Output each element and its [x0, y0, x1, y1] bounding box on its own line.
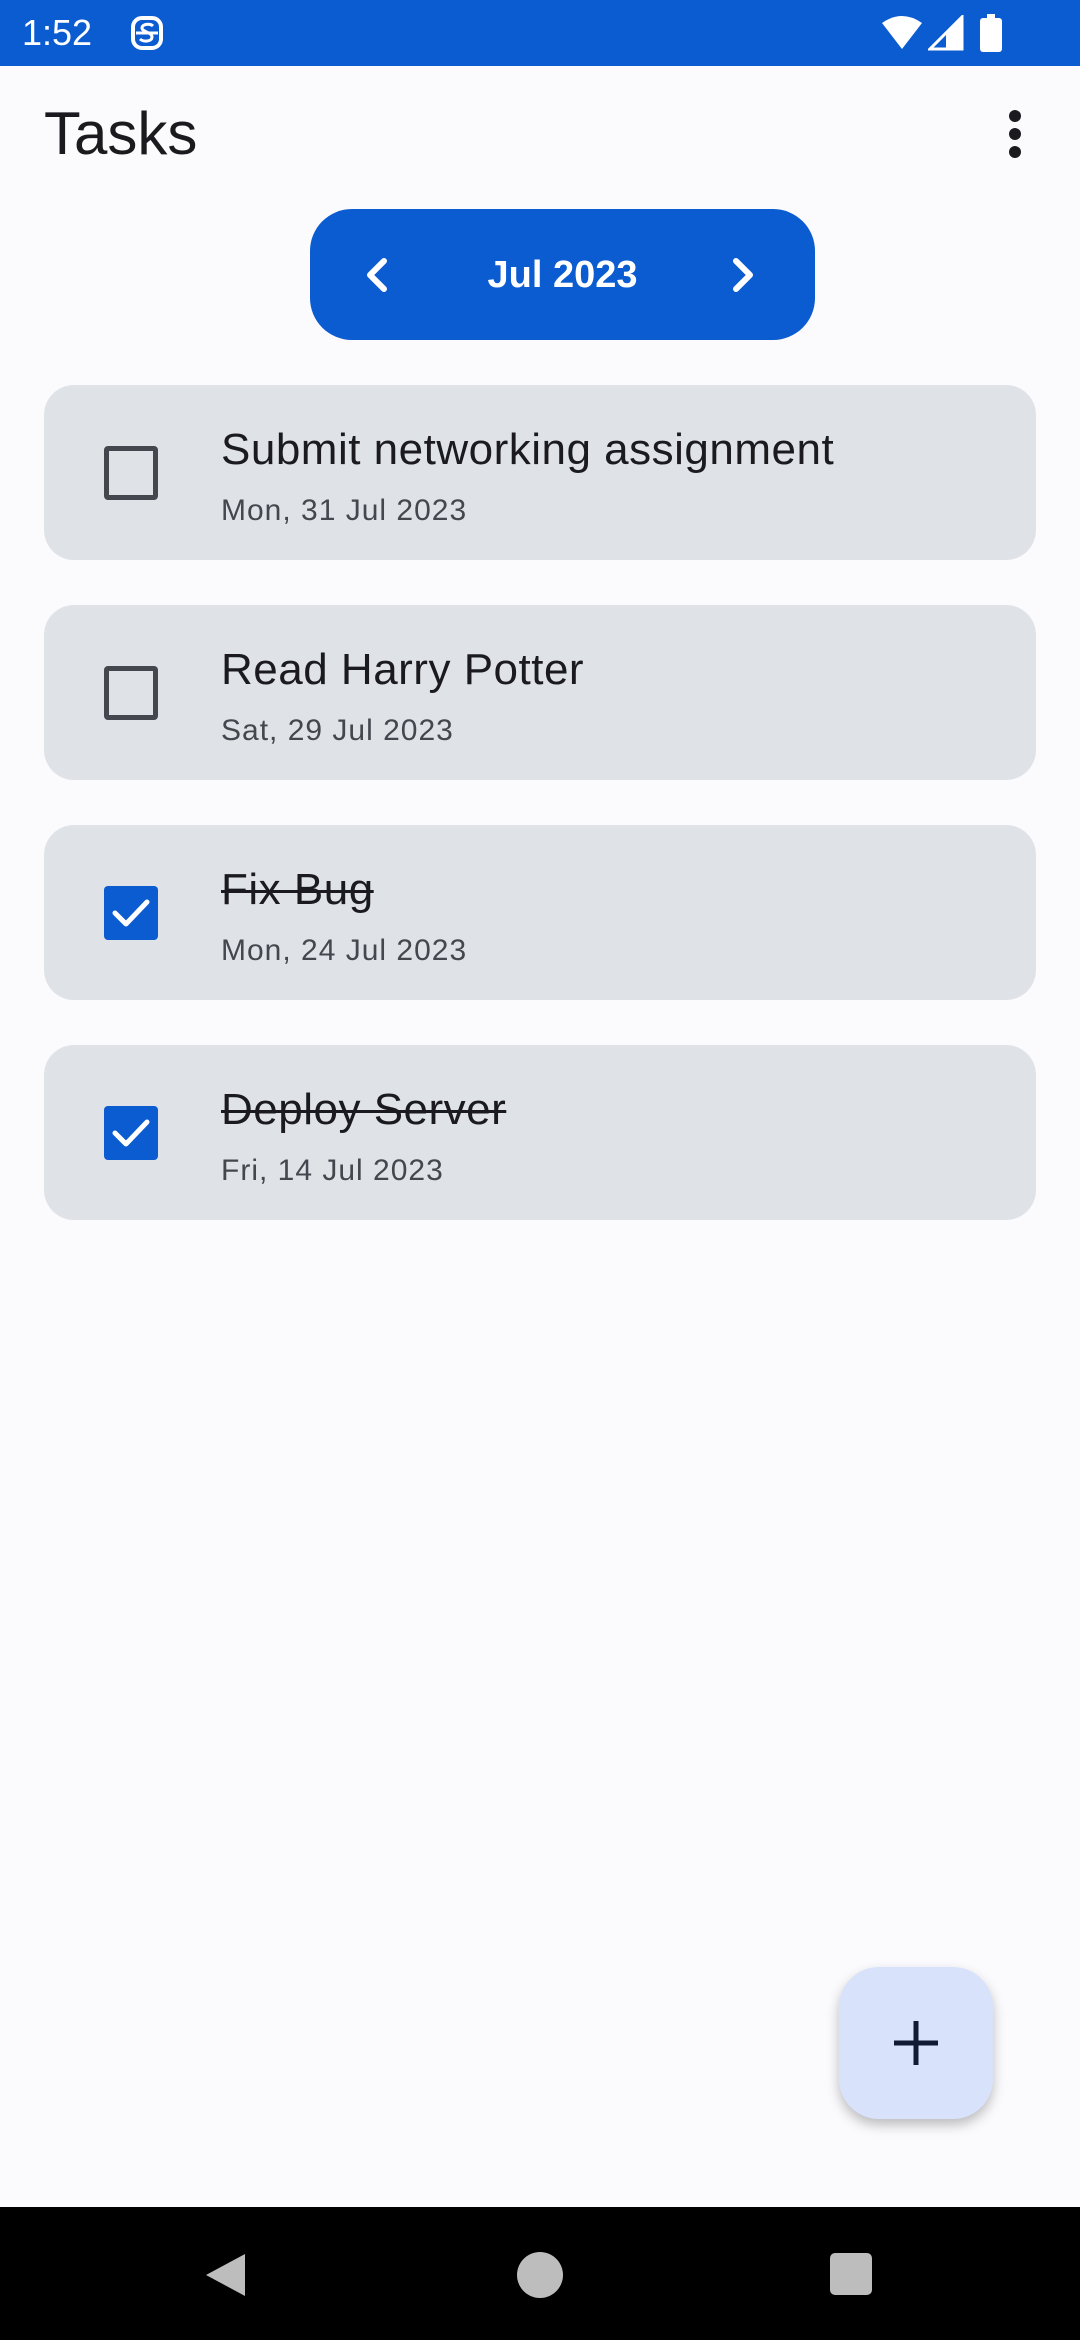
plus-icon: [894, 2021, 938, 2065]
status-time: 1:52: [22, 12, 93, 53]
task-date: Fri, 14 Jul 2023: [221, 1154, 444, 1187]
task-card[interactable]: Read Harry Potter Sat, 29 Jul 2023: [44, 605, 1036, 780]
task-card[interactable]: Deploy Server Fri, 14 Jul 2023: [44, 1045, 1036, 1220]
task-list: Submit networking assignment Mon, 31 Jul…: [44, 385, 1036, 1265]
task-date: Sat, 29 Jul 2023: [221, 714, 454, 747]
task-card[interactable]: Submit networking assignment Mon, 31 Jul…: [44, 385, 1036, 560]
task-title: Deploy Server: [221, 1085, 507, 1134]
task-checkbox-checked[interactable]: [104, 886, 158, 940]
check-icon: [112, 899, 150, 927]
home-icon[interactable]: [517, 2252, 563, 2298]
wifi-icon: [882, 16, 922, 49]
add-task-button[interactable]: [839, 1967, 993, 2119]
task-date: Mon, 24 Jul 2023: [221, 934, 468, 967]
signal-icon: [928, 15, 964, 51]
page-title: Tasks: [44, 100, 198, 167]
navigation-bar: [0, 2207, 1080, 2340]
task-date: Mon, 31 Jul 2023: [221, 494, 468, 527]
more-vert-icon[interactable]: [1000, 104, 1030, 164]
task-checkbox[interactable]: [104, 446, 158, 500]
status-bar: 1:52: [0, 0, 1080, 66]
month-selector: Jul 2023: [310, 209, 815, 340]
task-title: Fix Bug: [221, 865, 374, 914]
screen: 1:52 Tasks Jul 2023 Submit networking as…: [0, 0, 1080, 2340]
month-label: Jul 2023: [487, 254, 638, 296]
chevron-right-icon[interactable]: [710, 243, 774, 307]
task-checkbox[interactable]: [104, 666, 158, 720]
s-stroke-icon: [131, 16, 163, 50]
task-card[interactable]: Fix Bug Mon, 24 Jul 2023: [44, 825, 1036, 1000]
back-icon[interactable]: [200, 2250, 250, 2300]
battery-icon: [980, 14, 1002, 52]
task-checkbox-checked[interactable]: [104, 1106, 158, 1160]
task-title: Read Harry Potter: [221, 645, 585, 694]
task-title: Submit networking assignment: [221, 425, 835, 474]
check-icon: [112, 1119, 150, 1147]
recents-icon[interactable]: [830, 2253, 872, 2295]
